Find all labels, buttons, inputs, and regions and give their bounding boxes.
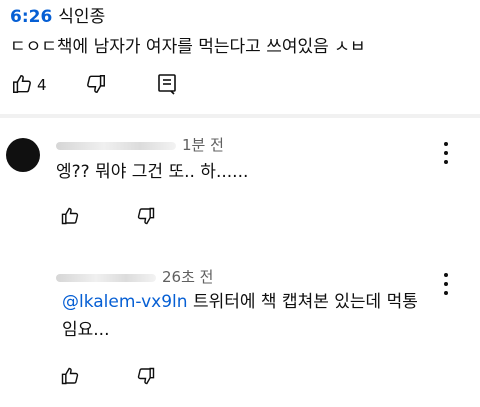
blurred-username	[56, 273, 156, 282]
more-vertical-icon[interactable]	[443, 273, 449, 295]
comment-age: 26초 전	[162, 268, 214, 286]
post-text: ㄷㅇㄷ책에 남자가 여자를 먹는다고 쓰여있음 ㅅㅂ	[10, 37, 366, 57]
comment-meta: 26초 전	[56, 266, 213, 287]
comment-icon[interactable]	[155, 72, 179, 96]
more-vertical-icon[interactable]	[443, 142, 449, 164]
post-topic: 식인종	[58, 7, 106, 27]
thumb-up-icon[interactable]	[58, 204, 82, 228]
like-count: 4	[37, 76, 47, 94]
comment-text-line1: 트위터에 책 캡쳐본 있는데 먹통	[187, 292, 418, 312]
post-section: 6:26 식인종 ㄷㅇㄷ책에 남자가 여자를 먹는다고 쓰여있음 ㅅㅂ 4	[0, 0, 480, 118]
comment-text: @lkalem-vx9ln 트위터에 책 캡쳐본 있는데 먹통 임요...	[62, 288, 418, 344]
thumb-down-icon[interactable]	[134, 204, 158, 228]
thumb-up-icon[interactable]	[58, 364, 82, 388]
comment-text: 엥?? 뭐야 그건 또.. 하......	[56, 162, 249, 182]
mention-link[interactable]: @lkalem-vx9ln	[62, 292, 188, 312]
timestamp-link[interactable]: 6:26	[10, 7, 52, 27]
post-header: 6:26 식인종	[10, 2, 105, 27]
thumb-down-icon[interactable]	[134, 364, 158, 388]
thumb-up-icon[interactable]	[10, 72, 34, 96]
blurred-username	[56, 141, 176, 150]
thumb-down-icon[interactable]	[84, 72, 108, 96]
comment-text-line2: 임요...	[62, 320, 110, 340]
avatar[interactable]	[6, 138, 40, 172]
comment-meta: 1분 전	[56, 134, 224, 155]
comment-age: 1분 전	[182, 136, 224, 154]
